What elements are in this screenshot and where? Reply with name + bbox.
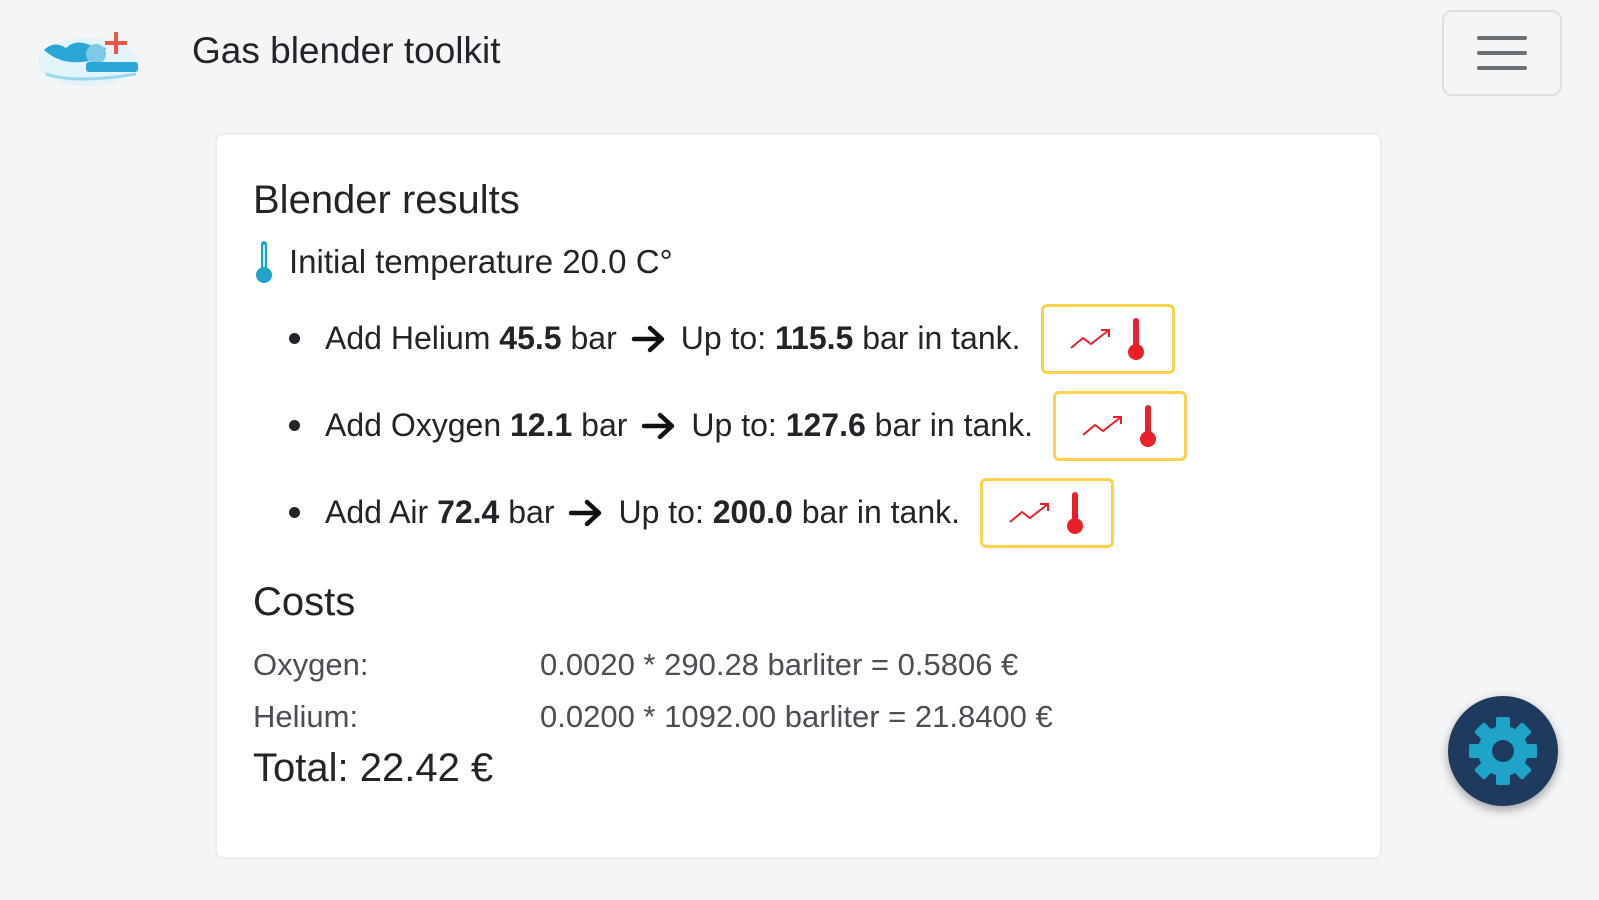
gear-icon [1469,717,1537,785]
step-upto-label: Up to: [680,320,767,356]
bullet [289,333,300,344]
results-heading: Blender results [253,178,520,222]
diver-logo-icon[interactable] [36,18,146,90]
list-item: Add Air 72.4 bar Up to: 200.0 bar in tan… [289,469,1187,556]
cost-value: 0.0200 * 1092.00 barliter = 21.8400 € [540,699,1053,734]
blend-steps: Add Helium 45.5 bar Up to: 115.5 bar in … [289,295,1187,556]
cost-value: 0.0020 * 290.28 barliter = 0.5806 € [540,647,1019,682]
step-suffix: bar in tank. [874,407,1033,443]
cost-total: Total: 22.42 € [253,746,494,790]
list-item: Add Helium 45.5 bar Up to: 115.5 bar in … [289,295,1187,382]
temperature-chart-button[interactable] [1040,303,1175,374]
initial-temperature: Initial temperature 20.0 C° [253,237,673,287]
arrow-right-icon [568,498,604,528]
bullet [289,507,300,518]
menu-button[interactable] [1442,10,1562,96]
step-suffix: bar in tank. [862,320,1021,356]
step-upto: 127.6 [785,407,866,443]
step-unit: bar [581,407,628,443]
temperature-chart-button[interactable] [1052,390,1187,461]
step-prefix: Add Air [325,494,429,530]
results-card: Blender results Initial temperature 20.0… [215,133,1382,859]
step-amount: 72.4 [437,494,500,530]
step-suffix: bar in tank. [801,494,961,530]
initial-temperature-text: Initial temperature 20.0 C° [289,243,673,280]
step-amount: 12.1 [510,407,573,443]
step-upto: 200.0 [712,494,793,530]
trend-up-icon [1069,328,1110,349]
step-upto-label: Up to: [618,494,704,530]
app-title[interactable]: Gas blender toolkit [192,28,501,74]
step-unit: bar [570,320,617,356]
settings-button[interactable] [1448,696,1558,806]
thermometer-icon [256,241,272,283]
cost-label: Helium: [253,699,359,734]
list-item: Add Oxygen 12.1 bar Up to: 127.6 bar in … [289,382,1187,469]
step-unit: bar [508,494,555,530]
temperature-chart-button[interactable] [980,477,1115,548]
costs-heading: Costs [253,580,356,624]
arrow-right-icon [641,411,677,441]
step-amount: 45.5 [499,320,562,356]
trend-up-icon [1009,502,1050,523]
trend-up-icon [1082,415,1122,436]
navbar: Gas blender toolkit [0,0,1599,110]
thermometer-hot-icon [1127,317,1144,360]
step-prefix: Add Helium [325,320,491,356]
step-prefix: Add Oxygen [325,407,502,443]
step-upto-label: Up to: [691,407,777,443]
arrow-right-icon [631,324,667,354]
bullet [289,420,300,431]
step-upto: 115.5 [774,320,854,356]
hamburger-icon [1477,36,1527,70]
thermometer-hot-icon [1067,491,1084,534]
thermometer-hot-icon [1139,404,1156,447]
cost-label: Oxygen: [253,647,369,682]
